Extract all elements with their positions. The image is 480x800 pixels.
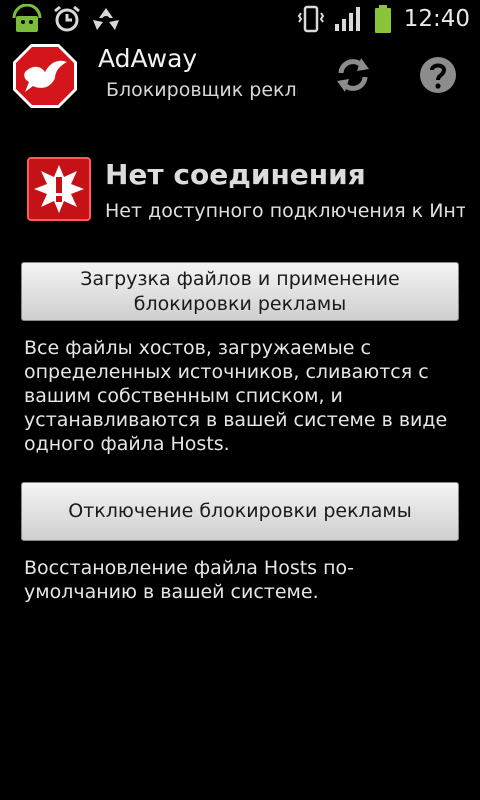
disable-adblocking-label: Отключение блокировки рекламы (68, 500, 412, 522)
android-debug-icon (10, 3, 44, 38)
vibrate-icon (296, 4, 326, 38)
status-bar: 12:40 (0, 0, 480, 38)
app-title: AdAway (98, 44, 198, 73)
enable-adblocking-button[interactable]: Загрузка файлов и применение блокировки … (21, 262, 459, 321)
app-subtitle: Блокировщик рекламы (106, 79, 298, 101)
disable-adblocking-button[interactable]: Отключение блокировки рекламы (21, 482, 459, 541)
help-icon[interactable] (419, 56, 457, 98)
battery-icon (373, 4, 393, 38)
alarm-icon (52, 4, 82, 38)
refresh-icon[interactable] (333, 55, 373, 99)
status-title: Нет соединения (105, 158, 366, 191)
enable-adblocking-label: Загрузка файлов и применение блокировки … (80, 267, 400, 315)
clock: 12:40 (403, 6, 470, 32)
adaway-logo-icon[interactable] (11, 42, 79, 114)
disable-description: Восстановление файла Hosts по-умолчанию … (24, 557, 355, 603)
enable-description: Все файлы хостов, загружаемые с определе… (24, 337, 448, 455)
signal-icon (334, 6, 362, 36)
alert-icon (27, 157, 91, 225)
sync-icon (91, 4, 121, 38)
status-detail: Нет доступного подключения к Интернету (105, 200, 465, 222)
action-bar: AdAway Блокировщик рекламы (0, 38, 480, 112)
